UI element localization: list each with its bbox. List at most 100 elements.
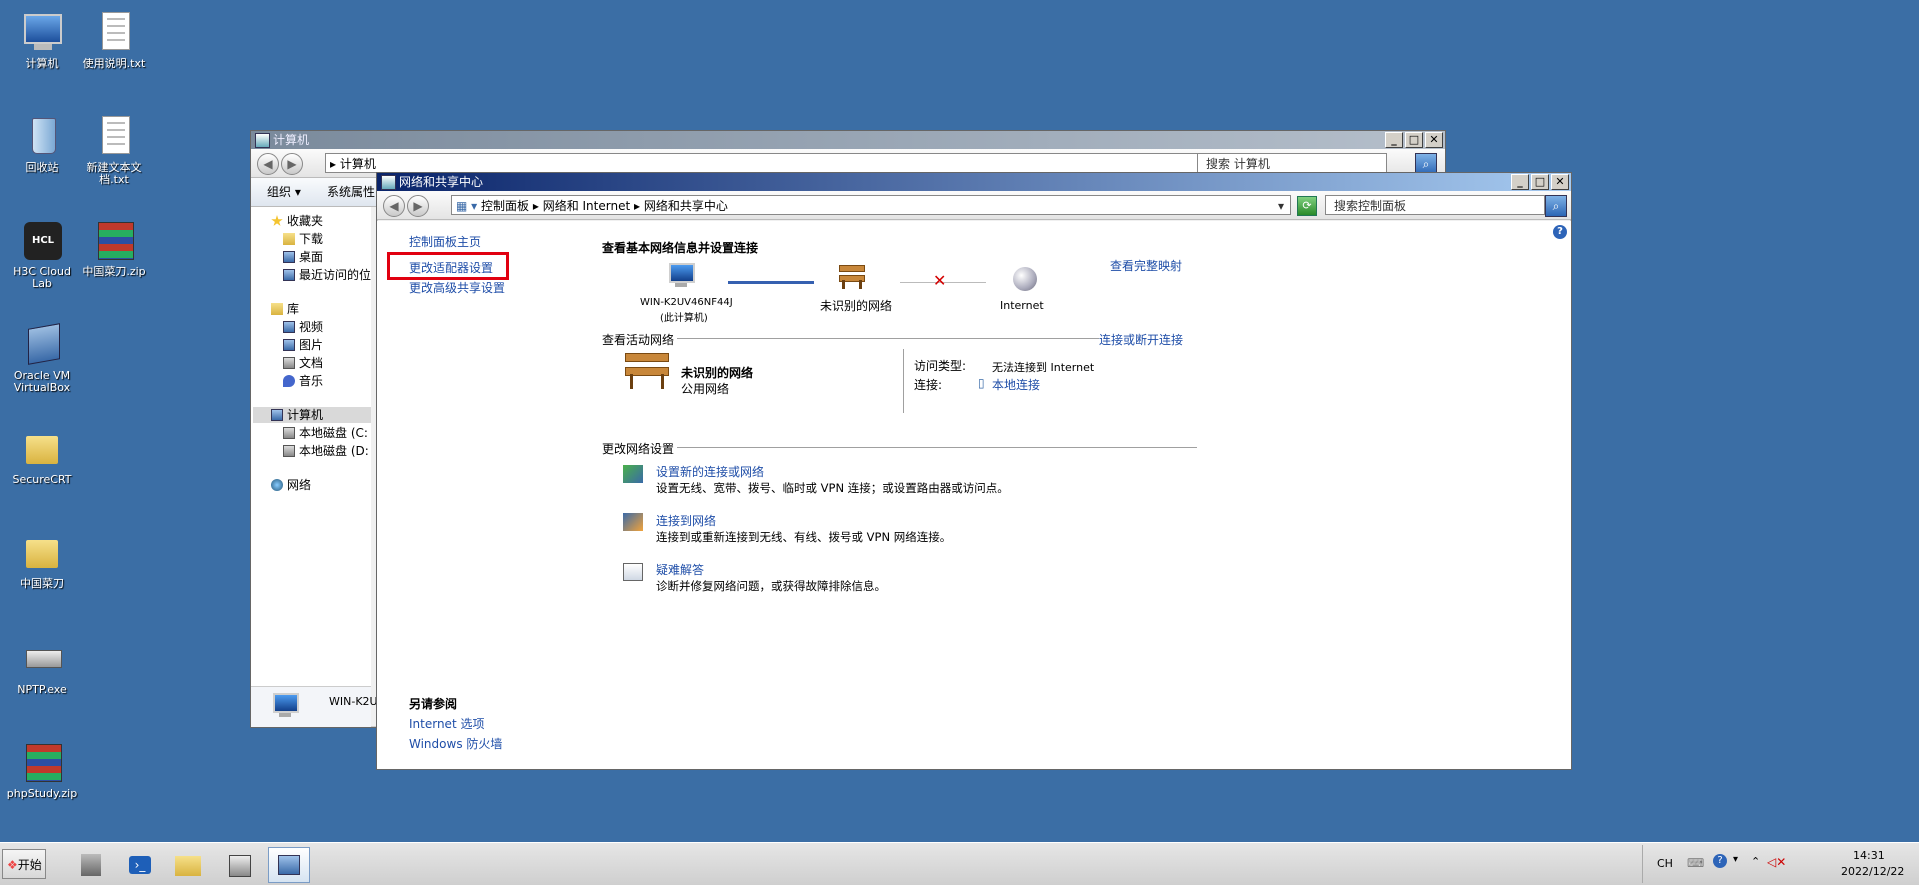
maximize-button[interactable]: □ [1531,174,1549,190]
desktop-icon-new-text[interactable]: 新建文本文 档.txt [72,114,156,186]
computer-icon [271,693,301,721]
tree-libraries[interactable]: 库 [271,301,299,317]
taskbar-network-center[interactable] [268,847,310,883]
taskbar-task-manager[interactable] [218,847,260,883]
active-network-type: 公用网络 [681,382,730,396]
system-tray: CH ⌨ ? ▾ ⌃ ◁✕ 14:31 2022/12/22 [1642,845,1919,883]
language-indicator[interactable]: CH [1657,857,1673,870]
tree-disk-c[interactable]: 本地磁盘 (C: [283,425,368,441]
tree-desktop[interactable]: 桌面 [283,249,323,265]
control-panel-search-input[interactable]: 搜索控制面板 [1325,195,1545,215]
breadcrumb-network-center[interactable]: 网络和共享中心 [644,199,728,213]
active-networks-heading: 查看活动网络 [602,333,675,347]
refresh-icon[interactable]: ⟳ [1297,196,1317,216]
change-adapter-settings-link[interactable]: 更改适配器设置 [409,259,493,276]
folder-icon [175,856,201,876]
change-advanced-sharing-link[interactable]: 更改高级共享设置 [409,279,505,296]
back-button[interactable]: ◀ [257,153,279,175]
bench-icon [839,265,865,289]
tree-computer[interactable]: 计算机 [253,407,371,423]
network-center-icon [278,855,300,875]
explorer-address-input[interactable]: ▸ 计算机 [325,153,1325,173]
connect-disconnect-link[interactable]: 连接或断开连接 [1099,331,1183,348]
taskbar: ❖开始 ›_ CH ⌨ ? ▾ ⌃ ◁✕ 14:31 2022/12/22 [0,842,1919,885]
breadcrumb[interactable]: ▦ ▾ 控制面板 ▸ 网络和 Internet ▸ 网络和共享中心 ▾ [451,195,1291,215]
explorer-search-input[interactable]: 搜索 计算机 [1197,153,1387,173]
network-center-window[interactable]: 网络和共享中心 _ □ ✕ ◀ ▶ ▦ ▾ 控制面板 ▸ 网络和 Interne… [376,172,1572,770]
taskbar-powershell[interactable]: ›_ [118,847,160,883]
search-icon[interactable]: ⌕ [1545,195,1567,217]
taskbar-explorer[interactable] [166,847,208,883]
explorer-titlebar[interactable]: 计算机 _ □ ✕ [251,131,1445,149]
view-full-map-link[interactable]: 查看完整映射 [1110,257,1182,274]
back-button[interactable]: ◀ [383,195,405,217]
clock-time[interactable]: 14:31 [1853,849,1885,862]
tray-options-icon[interactable]: ▾ [1733,854,1738,865]
speaker-muted-icon[interactable]: ◁✕ [1767,855,1786,869]
minimize-button[interactable]: _ [1511,174,1529,190]
bench-icon [625,353,669,389]
close-button[interactable]: ✕ [1551,174,1569,190]
organize-button[interactable]: 组织 ▾ [267,178,301,206]
troubleshoot-desc: 诊断并修复网络问题，或获得故障排除信息。 [656,579,886,593]
breadcrumb-control-panel[interactable]: 控制面板 [481,199,529,213]
control-panel-home-link[interactable]: 控制面板主页 [409,233,481,250]
connect-to-network-link[interactable]: 连接到网络 [656,512,716,529]
desktop-icon-readme[interactable]: 使用说明.txt [72,10,156,70]
powershell-icon: ›_ [129,856,151,874]
minimize-button[interactable]: _ [1385,132,1403,148]
troubleshoot-icon [623,563,643,581]
this-computer-icon [667,263,697,291]
forward-button[interactable]: ▶ [281,153,303,175]
tree-music[interactable]: 音乐 [283,373,323,389]
desktop-icon-virtualbox[interactable]: Oracle VM VirtualBox [0,322,84,394]
tree-pictures[interactable]: 图片 [283,337,323,353]
tree-recent[interactable]: 最近访问的位 [283,267,371,283]
local-connection-link[interactable]: 本地连接 [992,376,1040,393]
chevron-down-icon[interactable]: ▾ [1278,196,1284,214]
maximize-button[interactable]: □ [1405,132,1423,148]
recent-places-icon [283,269,295,281]
network-center-titlebar[interactable]: 网络和共享中心 _ □ ✕ [377,173,1571,191]
close-button[interactable]: ✕ [1425,132,1443,148]
keyboard-icon[interactable]: ⌨ [1687,856,1704,870]
breadcrumb-network-internet[interactable]: 网络和 Internet [543,199,630,213]
tree-documents[interactable]: 文档 [283,355,323,371]
internet-options-link[interactable]: Internet 选项 [409,715,484,732]
map-link-line [728,281,814,284]
access-type-label: 访问类型: [914,359,967,373]
tree-disk-d[interactable]: 本地磁盘 (D: [283,443,369,459]
desktop-icon-phpstudy[interactable]: phpStudy.zip [0,740,84,800]
computer-icon [271,409,283,421]
forward-button[interactable]: ▶ [407,195,429,217]
chevron-up-icon[interactable]: ⌃ [1751,855,1760,868]
explorer-nav-tree: 收藏夹 下载 桌面 最近访问的位 库 视频 图片 文档 音乐 计算机 本地磁盘 … [251,207,371,687]
disconnected-x-icon: ✕ [933,271,947,290]
taskbar-server-manager[interactable] [70,847,112,883]
tree-videos[interactable]: 视频 [283,319,323,335]
desktop-icon-caidao-folder[interactable]: 中国菜刀 [0,530,84,590]
start-button[interactable]: ❖开始 [2,849,46,879]
clock-date[interactable]: 2022/12/22 [1841,865,1904,878]
details-computer-name: WIN-K2U [329,695,378,708]
main-heading: 查看基本网络信息并设置连接 [602,241,759,255]
desktop-icon-nptp[interactable]: NPTP.exe [0,636,84,696]
desktop-icon-caidao-zip[interactable]: 中国菜刀.zip [72,218,156,278]
globe-icon [1013,267,1037,291]
change-settings-heading: 更改网络设置 [602,442,675,456]
windows-firewall-link[interactable]: Windows 防火墙 [409,735,502,752]
tree-downloads[interactable]: 下载 [283,231,323,247]
desktop-icon-securecrt[interactable]: SecureCRT [0,426,84,486]
tree-favorites[interactable]: 收藏夹 [271,213,323,229]
setup-new-connection-link[interactable]: 设置新的连接或网络 [656,463,764,480]
text-file-icon [92,10,136,54]
help-icon[interactable]: ? [1553,225,1567,239]
server-manager-icon [81,854,101,876]
troubleshoot-link[interactable]: 疑难解答 [656,561,704,578]
drive-icon [20,636,64,680]
help-icon[interactable]: ? [1713,854,1727,868]
library-icon [271,303,283,315]
system-properties-button[interactable]: 系统属性 [327,178,375,206]
network-icon [271,479,283,491]
tree-network[interactable]: 网络 [271,477,311,493]
